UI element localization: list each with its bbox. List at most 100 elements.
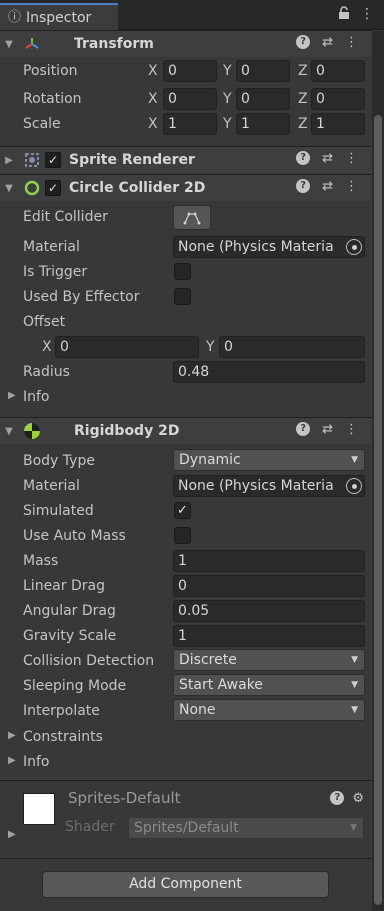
position-x-field[interactable]: 0 xyxy=(163,60,217,82)
axis-y-label[interactable]: Y xyxy=(223,88,232,110)
axis-x-label[interactable]: X xyxy=(148,88,158,110)
material-section: Sprites-Default ? ⚙ ▶ Shader Sprites/Def… xyxy=(0,780,372,860)
component-menu-icon[interactable]: ⋮ xyxy=(345,151,358,166)
scale-x-field[interactable]: 1 xyxy=(163,113,217,135)
foldout-open-icon[interactable]: ▼ xyxy=(0,183,18,194)
collider-material-field[interactable]: None (Physics Materia xyxy=(173,236,365,258)
use-auto-mass-row: Use Auto Mass xyxy=(23,525,126,547)
axis-x-label[interactable]: X xyxy=(42,336,52,358)
gravity-scale-field[interactable]: 1 xyxy=(173,625,365,647)
rotation-x-field[interactable]: 0 xyxy=(163,88,217,110)
is-trigger-checkbox[interactable] xyxy=(174,263,191,280)
axis-z-label[interactable]: Z xyxy=(298,60,308,82)
more-menu-icon[interactable]: ⋮ xyxy=(360,6,374,24)
interpolate-dropdown[interactable]: None ▼ xyxy=(173,699,365,721)
chevron-down-icon: ▼ xyxy=(351,705,358,715)
edit-collider-row: Edit Collider xyxy=(23,206,108,228)
radius-field[interactable]: 0.48 xyxy=(173,361,365,383)
sleeping-mode-row: Sleeping Mode xyxy=(23,675,126,697)
tab-tools: ⋮ xyxy=(338,6,374,24)
linear-drag-row: Linear Drag xyxy=(23,575,105,597)
rb-info-row[interactable]: Info xyxy=(23,751,50,773)
tab-inspector[interactable]: ⓘ Inspector xyxy=(0,3,118,30)
body-type-label: Body Type xyxy=(23,453,95,469)
foldout-closed-icon[interactable]: ▶ xyxy=(8,390,16,401)
mass-row: Mass xyxy=(23,550,58,572)
angular-drag-field[interactable]: 0.05 xyxy=(173,600,365,622)
rotation-y-field[interactable]: 0 xyxy=(236,88,290,110)
position-label: Position xyxy=(23,63,78,79)
help-icon[interactable]: ? xyxy=(330,791,345,805)
preset-icon[interactable]: ⇄ xyxy=(322,151,333,166)
axis-y-label[interactable]: Y xyxy=(206,336,215,358)
shader-dropdown[interactable]: Sprites/Default ▼ xyxy=(128,817,364,839)
scale-z-field[interactable]: 1 xyxy=(311,113,365,135)
edit-collider-button[interactable] xyxy=(173,205,211,230)
gear-icon[interactable]: ⚙ xyxy=(352,791,364,806)
body-type-dropdown[interactable]: Dynamic ▼ xyxy=(173,449,365,471)
linear-drag-field[interactable]: 0 xyxy=(173,575,365,597)
rigidbody-header[interactable]: ▼ Rigidbody 2D ? ⇄ ⋮ xyxy=(0,417,372,444)
scale-y-field[interactable]: 1 xyxy=(236,113,290,135)
axis-x-label[interactable]: X xyxy=(148,60,158,82)
preset-icon[interactable]: ⇄ xyxy=(322,179,333,194)
collision-detection-dropdown[interactable]: Discrete ▼ xyxy=(173,649,365,671)
rigidbody-tools: ? ⇄ ⋮ xyxy=(296,422,358,437)
enable-checkbox[interactable]: ✓ xyxy=(45,180,61,196)
help-icon[interactable]: ? xyxy=(296,151,311,165)
shader-value: Sprites/Default xyxy=(134,820,239,836)
rb-material-field[interactable]: None (Physics Materia xyxy=(173,475,365,497)
component-menu-icon[interactable]: ⋮ xyxy=(345,422,358,437)
transform-icon xyxy=(22,34,42,54)
material-name: Sprites-Default xyxy=(68,789,181,807)
preset-icon[interactable]: ⇄ xyxy=(322,422,333,437)
offset-x-field[interactable]: 0 xyxy=(55,336,199,358)
collider-info-row[interactable]: Info xyxy=(23,386,50,408)
axis-z-label[interactable]: Z xyxy=(298,88,308,110)
simulated-checkbox[interactable]: ✓ xyxy=(174,502,191,519)
axis-y-label[interactable]: Y xyxy=(223,60,232,82)
rigidbody-title: Rigidbody 2D xyxy=(74,423,180,439)
circle-collider-header[interactable]: ▼ ✓ Circle Collider 2D ? ⇄ ⋮ xyxy=(0,174,372,201)
collision-detection-label: Collision Detection xyxy=(23,653,155,669)
offset-y-field[interactable]: 0 xyxy=(219,336,365,358)
add-component-button[interactable]: Add Component xyxy=(42,871,329,898)
transform-header[interactable]: ▼ Transform ? ⇄ ⋮ xyxy=(0,30,372,57)
help-icon[interactable]: ? xyxy=(296,35,311,49)
info-label: Info xyxy=(23,389,50,405)
lock-icon[interactable] xyxy=(338,6,350,24)
rotation-z-field[interactable]: 0 xyxy=(311,88,365,110)
linear-drag-label: Linear Drag xyxy=(23,578,105,594)
foldout-open-icon[interactable]: ▼ xyxy=(0,39,18,50)
component-menu-icon[interactable]: ⋮ xyxy=(345,179,358,194)
component-menu-icon[interactable]: ⋮ xyxy=(345,35,358,50)
enable-checkbox[interactable]: ✓ xyxy=(45,152,61,168)
scrollbar-thumb[interactable] xyxy=(374,115,382,905)
sleeping-mode-dropdown[interactable]: Start Awake ▼ xyxy=(173,674,365,696)
divider xyxy=(0,858,372,859)
use-auto-mass-checkbox[interactable] xyxy=(174,527,191,544)
foldout-closed-icon[interactable]: ▶ xyxy=(0,155,18,166)
foldout-open-icon[interactable]: ▼ xyxy=(0,426,18,437)
help-icon[interactable]: ? xyxy=(296,179,311,193)
position-z-field[interactable]: 0 xyxy=(311,60,365,82)
position-y-field[interactable]: 0 xyxy=(236,60,290,82)
sprite-renderer-tools: ? ⇄ ⋮ xyxy=(296,151,358,166)
foldout-closed-icon[interactable]: ▶ xyxy=(8,755,16,766)
axis-y-label[interactable]: Y xyxy=(223,113,232,135)
collision-detection-value: Discrete xyxy=(179,652,237,668)
object-picker-icon[interactable] xyxy=(346,239,362,255)
foldout-closed-icon[interactable]: ▶ xyxy=(8,829,16,840)
info-icon: ⓘ xyxy=(8,9,22,25)
mass-field[interactable]: 1 xyxy=(173,550,365,572)
foldout-closed-icon[interactable]: ▶ xyxy=(8,730,16,741)
preset-icon[interactable]: ⇄ xyxy=(322,35,333,50)
constraints-row[interactable]: Constraints xyxy=(23,726,103,748)
object-picker-icon[interactable] xyxy=(346,478,362,494)
axis-x-label[interactable]: X xyxy=(148,113,158,135)
rotation-label: Rotation xyxy=(23,91,82,107)
axis-z-label[interactable]: Z xyxy=(298,113,308,135)
help-icon[interactable]: ? xyxy=(296,422,311,436)
used-by-effector-checkbox[interactable] xyxy=(174,288,191,305)
sprite-renderer-header[interactable]: ▶ ✓ Sprite Renderer ? ⇄ ⋮ xyxy=(0,146,372,173)
